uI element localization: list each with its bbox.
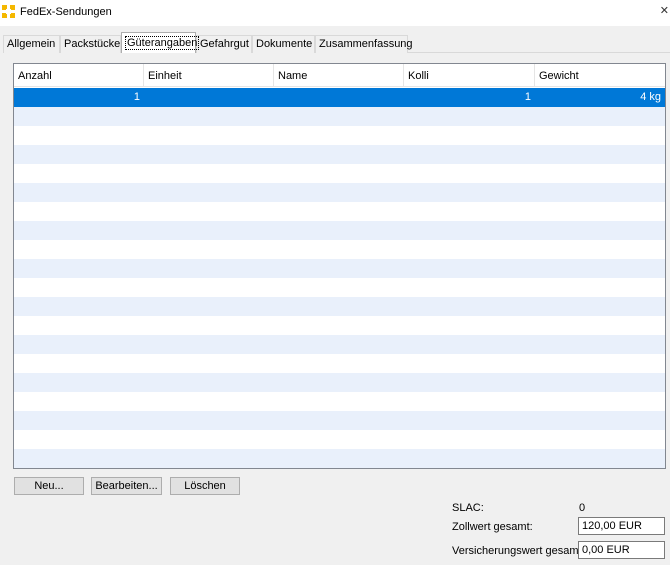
cell-name — [274, 88, 404, 107]
table-row-empty — [14, 183, 665, 202]
tab-allgemein[interactable]: Allgemein — [3, 35, 60, 53]
column-header-einheit[interactable]: Einheit — [144, 64, 274, 87]
cell-anzahl: 1 — [133, 91, 140, 103]
column-header-name[interactable]: Name — [274, 64, 404, 87]
slac-label: SLAC: — [452, 502, 484, 514]
table-row-empty — [14, 316, 665, 335]
table-row-empty — [14, 354, 665, 373]
customs-value-field[interactable]: 120,00 EUR — [578, 517, 665, 535]
insurance-value-field[interactable]: 0,00 EUR — [578, 541, 665, 559]
slac-value: 0 — [579, 502, 586, 514]
window-title: FedEx-Sendungen — [20, 6, 112, 18]
table-row-empty — [14, 297, 665, 316]
tab-gueterangaben[interactable]: Güterangaben — [121, 32, 200, 53]
edit-button[interactable]: Bearbeiten... — [91, 477, 162, 495]
table-row-empty — [14, 259, 665, 278]
title-bar: FedEx-Sendungen ✕ — [0, 0, 670, 26]
customs-value-label: Zollwert gesamt: — [452, 521, 533, 533]
close-icon[interactable]: ✕ — [660, 4, 669, 17]
table-row-empty — [14, 411, 665, 430]
tab-zusammenfassung[interactable]: Zusammenfassung — [315, 35, 413, 53]
fedex-app-icon — [2, 5, 15, 18]
table-row-empty — [14, 240, 665, 259]
column-header-kolli[interactable]: Kolli — [404, 64, 535, 87]
table-row-empty — [14, 221, 665, 240]
table-row-empty — [14, 107, 665, 126]
table-row-empty — [14, 202, 665, 221]
table-row-empty — [14, 145, 665, 164]
table-row-empty — [14, 164, 665, 183]
table-body: 1 1 4 kg — [14, 88, 665, 468]
table-row-empty — [14, 278, 665, 297]
delete-button[interactable]: Löschen — [170, 477, 240, 495]
cell-einheit — [144, 88, 274, 107]
tab-gefahrgut[interactable]: Gefahrgut — [196, 35, 252, 53]
table-row-empty — [14, 430, 665, 449]
table-row-empty — [14, 335, 665, 354]
cell-gewicht: 4 kg — [640, 91, 661, 103]
table-row-empty — [14, 373, 665, 392]
tab-dokumente[interactable]: Dokumente — [252, 35, 315, 53]
new-button[interactable]: Neu... — [14, 477, 84, 495]
insurance-value-label: Versicherungswert gesamt: — [452, 545, 585, 557]
table-row-empty — [14, 126, 665, 145]
table-row[interactable]: 1 1 4 kg — [14, 88, 665, 107]
tab-packstuecke[interactable]: Packstücke — [60, 35, 121, 53]
table-header: Anzahl Einheit Name Kolli Gewicht — [14, 64, 665, 87]
column-header-gewicht[interactable]: Gewicht — [535, 64, 665, 87]
table-row-empty — [14, 449, 665, 468]
goods-table[interactable]: Anzahl Einheit Name Kolli Gewicht 1 1 4 … — [13, 63, 666, 469]
column-header-anzahl[interactable]: Anzahl — [14, 64, 144, 87]
table-row-empty — [14, 392, 665, 411]
cell-kolli: 1 — [524, 91, 531, 103]
